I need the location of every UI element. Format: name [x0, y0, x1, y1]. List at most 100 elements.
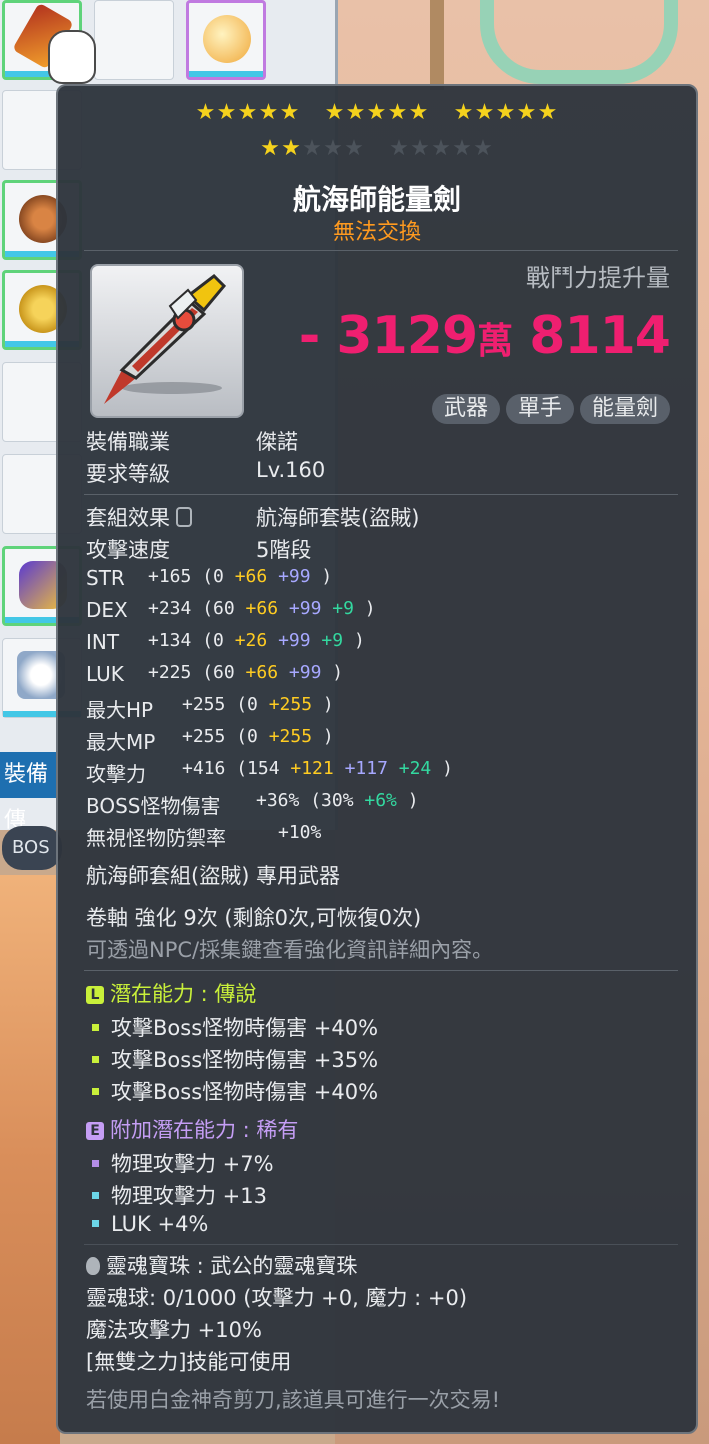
stat-value: +36% (30% +6% ) — [256, 790, 419, 811]
stat-base: (0 — [236, 694, 269, 715]
power-prefix: - 3129 — [298, 306, 478, 366]
stat-bonus: +24 — [398, 758, 443, 779]
star-filled-icon: ★ — [237, 100, 259, 125]
stat-bonus: +26 — [234, 630, 279, 651]
stat-bonus: +66 — [234, 566, 279, 587]
inventory-slot-food[interactable] — [186, 0, 266, 80]
star-filled-icon: ★ — [453, 100, 475, 125]
stat-base: (0 — [236, 726, 269, 747]
stat-row: INT +134 (0 +26 +99 +9 ) — [86, 630, 365, 654]
stat-value: +165 (0 +66 +99 ) — [148, 566, 332, 587]
stat-close: ) — [322, 694, 334, 715]
potential-header: L 潛在能力 : 傳說 — [86, 978, 256, 1008]
star-filled-icon: ★ — [279, 100, 301, 125]
stat-total: +255 — [182, 726, 237, 747]
set-label: 套組效果 — [86, 506, 170, 530]
power-label: 戰鬥力提升量 — [526, 264, 670, 292]
star-filled-icon: ★ — [258, 100, 280, 125]
job-row: 裝備職業 傑諾 — [86, 426, 298, 456]
inventory-slot[interactable] — [94, 0, 174, 80]
stat-bonus: +255 — [268, 726, 323, 747]
job-label: 裝備職業 — [86, 430, 170, 454]
background-pole — [430, 0, 444, 90]
stat-base: (154 — [236, 758, 291, 779]
stat-bonus: +121 — [290, 758, 345, 779]
stat-name: DEX — [86, 598, 128, 622]
job-value: 傑諾 — [256, 430, 298, 454]
stat-total: +255 — [182, 694, 237, 715]
potential-title: 潛在能力 : 傳說 — [110, 982, 257, 1006]
tag-energy-sword: 能量劍 — [579, 394, 670, 424]
additional-text: LUK +4% — [111, 1212, 209, 1236]
star-filled-icon: ★ — [516, 100, 538, 125]
stat-base: (30% — [310, 790, 365, 811]
stat-value: +416 (154 +121 +117 +24 ) — [182, 758, 453, 779]
stat-bonus: +9 — [321, 630, 354, 651]
potential-line: 攻擊Boss怪物時傷害 +35% — [86, 1044, 378, 1074]
additional-text: 物理攻擊力 +7% — [111, 1152, 274, 1176]
stat-close: ) — [442, 758, 453, 779]
stat-bonus: +99 — [278, 566, 322, 587]
star-filled-icon: ★ — [216, 100, 238, 125]
stat-base: (0 — [202, 630, 235, 651]
additional-header: E 附加潛在能力 : 稀有 — [86, 1114, 298, 1144]
star-filled-icon: ★ — [260, 136, 281, 161]
set-value: 航海師套裝(盜賊) — [256, 506, 420, 530]
boss-tab[interactable]: BOS — [2, 826, 62, 870]
stat-close: ) — [364, 598, 376, 619]
stat-bonus: +6% — [364, 790, 408, 811]
bullet-icon — [92, 1055, 99, 1063]
star-filled-icon: ★ — [324, 100, 346, 125]
star-filled-icon: ★ — [281, 136, 302, 161]
additional-text: 物理攻擊力 +13 — [111, 1184, 267, 1208]
star-filled-icon: ★ — [408, 100, 430, 125]
stat-name: 最大MP — [86, 730, 156, 754]
stat-row: DEX +234 (60 +66 +99 +9 ) — [86, 598, 376, 622]
stat-close: ) — [322, 726, 334, 747]
stat-row: 攻擊力 +416 (154 +121 +117 +24 ) — [86, 758, 453, 787]
stat-row: LUK +225 (60 +66 +99 ) — [86, 662, 343, 686]
star-empty-icon: ★ — [323, 136, 344, 161]
power-value: - 3129萬 8114 — [298, 306, 671, 366]
stat-value: +234 (60 +66 +99 +9 ) — [148, 598, 376, 619]
star-force-row-1: ★★★★★ ★★★★★ ★★★★★ — [58, 100, 696, 125]
stat-name: INT — [86, 630, 120, 654]
lock-icon — [176, 507, 192, 527]
stat-total: +416 — [182, 758, 237, 779]
potential-text: 攻擊Boss怪物時傷害 +40% — [111, 1080, 379, 1104]
stat-value: +134 (0 +26 +99 +9 ) — [148, 630, 365, 651]
bullet-icon — [92, 1191, 99, 1199]
set-row: 套組效果 航海師套裝(盜賊) — [86, 502, 419, 532]
tag-weapon: 武器 — [431, 394, 500, 424]
stat-row: 最大MP +255 (0 +255 ) — [86, 726, 334, 755]
stat-bonus: +99 — [288, 598, 333, 619]
stat-value: +255 (0 +255 ) — [182, 726, 334, 747]
additional-line: 物理攻擊力 +13 — [86, 1180, 267, 1210]
stat-bonus: +117 — [344, 758, 399, 779]
bullet-icon — [92, 1219, 99, 1227]
stat-close: ) — [332, 662, 344, 683]
side-tab[interactable]: 裝備傳 — [0, 752, 58, 833]
speed-row: 攻擊速度 5階段 — [86, 534, 311, 564]
divider — [84, 494, 678, 495]
item-tags: 武器 單手 能量劍 — [426, 394, 670, 424]
stat-value: +255 (0 +255 ) — [182, 694, 334, 715]
additional-line: 物理攻擊力 +7% — [86, 1148, 274, 1178]
stat-row: 無視怪物防禦率 +10% — [86, 822, 321, 851]
flame-icon — [86, 1257, 100, 1275]
star-filled-icon: ★ — [537, 100, 559, 125]
star-empty-icon: ★ — [302, 136, 323, 161]
stat-total: +10% — [278, 822, 322, 843]
power-suffix: 8114 — [512, 306, 671, 366]
stat-name: 無視怪物防禦率 — [86, 826, 226, 850]
item-name: 航海師能量劍 — [292, 183, 461, 216]
star-empty-icon: ★ — [452, 136, 473, 161]
stat-total: +134 — [148, 630, 203, 651]
soul-effect: 魔法攻擊力 +10% — [86, 1318, 262, 1342]
star-filled-icon: ★ — [195, 100, 217, 125]
star-empty-icon: ★ — [344, 136, 365, 161]
bullet-icon — [92, 1087, 99, 1095]
stat-total: +225 — [148, 662, 203, 683]
stat-bonus: +66 — [245, 662, 289, 683]
bullet-icon — [92, 1023, 99, 1031]
